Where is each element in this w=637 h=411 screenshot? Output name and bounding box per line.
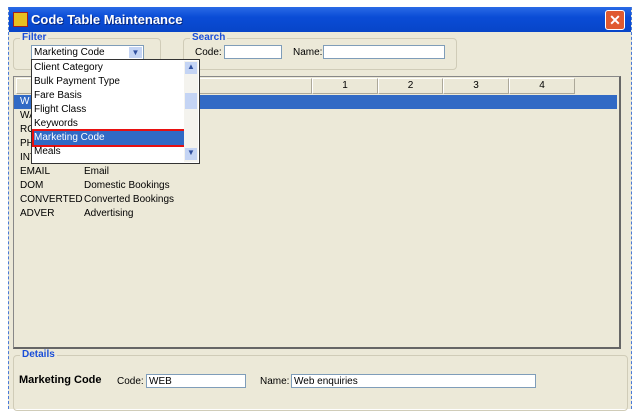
filter-selected-value: Marketing Code <box>34 47 105 58</box>
window-title: Code Table Maintenance <box>31 12 183 27</box>
app-icon <box>13 12 28 27</box>
details-code-input[interactable]: WEB <box>146 374 246 388</box>
option-marketing-code[interactable]: Marketing Code <box>32 129 186 147</box>
row-code: DOM <box>20 180 44 191</box>
row-code: ADVER <box>20 208 55 219</box>
filter-legend: Filter <box>20 32 49 43</box>
chevron-down-icon[interactable]: ▼ <box>129 47 142 58</box>
option-flight-class[interactable]: Flight Class <box>34 103 184 117</box>
table-row[interactable]: ADVER Advertising <box>14 207 617 221</box>
table-row[interactable]: EMAIL Email <box>14 165 617 179</box>
option-keywords[interactable]: Keywords <box>34 117 184 131</box>
title-bar: Code Table Maintenance ✕ <box>9 7 631 32</box>
scroll-thumb[interactable] <box>185 93 197 109</box>
row-description: Advertising <box>84 208 134 219</box>
scroll-up-icon[interactable]: ▲ <box>185 62 197 74</box>
row-description: Converted Bookings <box>84 194 175 205</box>
row-description: Domestic Bookings <box>84 180 170 191</box>
details-name-input[interactable]: Web enquiries <box>291 374 536 388</box>
row-description: Email <box>84 166 110 177</box>
table-row[interactable]: DOM Domestic Bookings <box>14 179 617 193</box>
dropdown-scrollbar[interactable]: ▲ ▼ <box>184 61 198 162</box>
row-code: EMAIL <box>20 166 51 177</box>
table-row[interactable]: CONVERTED Converted Bookings <box>14 193 617 207</box>
details-name-label: Name: <box>260 376 290 387</box>
search-name-label: Name: <box>293 47 323 58</box>
option-meals[interactable]: Meals <box>34 145 184 159</box>
code-table-window: Code Table Maintenance ✕ Filter Marketin… <box>8 7 632 411</box>
close-icon[interactable]: ✕ <box>605 10 625 30</box>
details-heading: Marketing Code <box>19 374 102 386</box>
filter-select[interactable]: Marketing Code ▼ <box>31 45 144 60</box>
column-header-4[interactable]: 4 <box>509 78 575 94</box>
row-code: W <box>20 96 30 107</box>
filter-dropdown-list: Client Category Bulk Payment Type Fare B… <box>31 59 200 164</box>
search-name-input[interactable] <box>323 45 445 59</box>
column-header-3[interactable]: 3 <box>443 78 509 94</box>
scroll-down-icon[interactable]: ▼ <box>185 148 197 160</box>
search-legend: Search <box>190 32 228 43</box>
row-code: CONVERTED <box>20 194 83 205</box>
search-code-input[interactable] <box>224 45 282 59</box>
details-code-label: Code: <box>117 376 144 387</box>
option-bulk-payment-type[interactable]: Bulk Payment Type <box>34 75 184 89</box>
column-header-1[interactable]: 1 <box>312 78 378 94</box>
column-header-2[interactable]: 2 <box>378 78 443 94</box>
option-fare-basis[interactable]: Fare Basis <box>34 89 184 103</box>
search-code-label: Code: <box>195 47 222 58</box>
details-legend: Details <box>20 349 57 360</box>
option-client-category[interactable]: Client Category <box>34 61 184 75</box>
